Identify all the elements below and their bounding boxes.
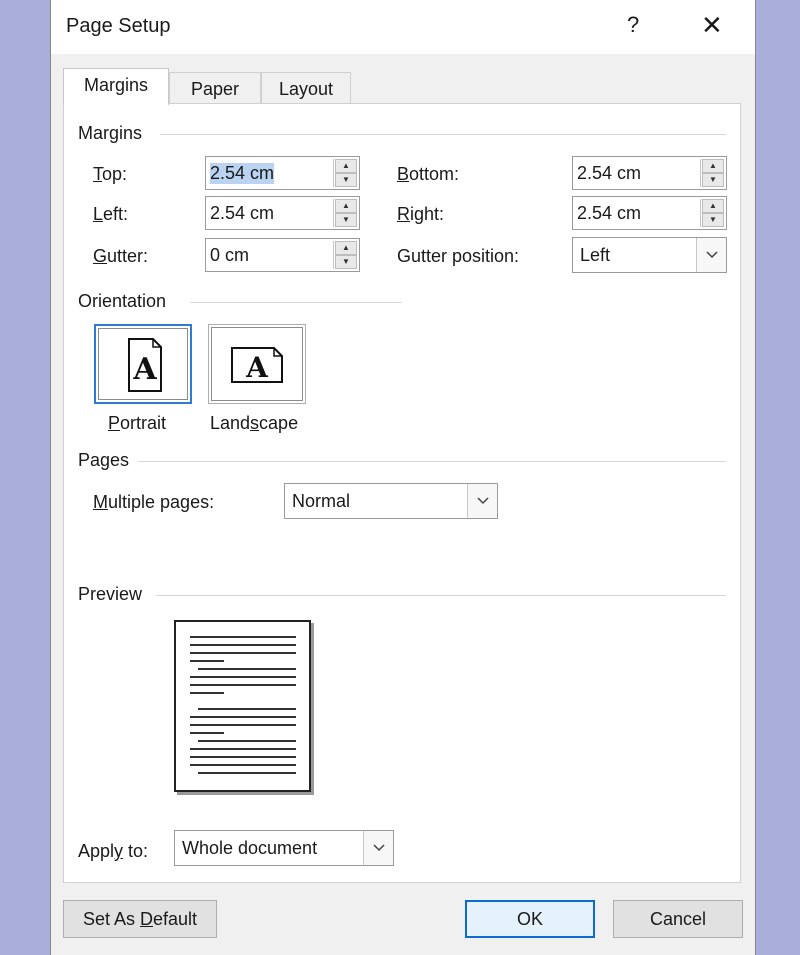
multiple-pages-value: Normal xyxy=(292,491,351,511)
increment-arrow-icon[interactable]: ▲ xyxy=(335,159,357,173)
apply-to-select[interactable]: Whole document xyxy=(174,830,394,866)
top-label: Top: xyxy=(93,164,128,184)
margins-divider xyxy=(160,134,726,135)
landscape-page-icon: A xyxy=(231,347,283,384)
dialog-title: Page Setup xyxy=(66,15,171,37)
gutter-label: Gutter: xyxy=(93,246,149,266)
cancel-button[interactable]: Cancel xyxy=(613,900,743,938)
orientation-divider xyxy=(190,302,402,303)
title-bar: Page Setup ? ✕ xyxy=(51,0,755,54)
multiple-pages-select[interactable]: Normal xyxy=(284,483,498,519)
increment-arrow-icon[interactable]: ▲ xyxy=(702,199,724,213)
page-preview xyxy=(174,620,311,792)
margins-panel: Margins Top: 2.54 cm ▲ ▼ Bottom: 2.54 cm… xyxy=(63,103,741,883)
portrait-icon-letter: A xyxy=(132,352,157,387)
portrait-label[interactable]: Portrait xyxy=(108,413,166,434)
preview-section-label: Preview xyxy=(78,584,143,604)
bottom-margin-value[interactable]: 2.54 cm xyxy=(577,163,641,184)
apply-to-value: Whole document xyxy=(182,838,318,858)
decrement-arrow-icon[interactable]: ▼ xyxy=(702,173,724,187)
gutter-position-select[interactable]: Left xyxy=(572,237,727,273)
page-setup-dialog: Page Setup ? ✕ Margins Paper Layout Marg… xyxy=(50,0,756,955)
landscape-icon-letter: A xyxy=(245,351,269,384)
gutter-position-label: Gutter position: xyxy=(397,246,520,266)
chevron-down-icon[interactable] xyxy=(467,484,497,518)
right-margin-value[interactable]: 2.54 cm xyxy=(577,203,641,224)
pages-section-label: Pages xyxy=(78,450,130,470)
ok-button[interactable]: OK xyxy=(465,900,595,938)
gutter-spinner[interactable]: 0 cm ▲ ▼ xyxy=(205,238,360,272)
decrement-arrow-icon[interactable]: ▼ xyxy=(702,213,724,227)
landscape-label[interactable]: Landscape xyxy=(210,413,298,434)
pages-divider xyxy=(138,461,726,462)
help-icon[interactable]: ? xyxy=(627,12,639,38)
top-margin-value[interactable]: 2.54 cm xyxy=(210,163,275,184)
decrement-arrow-icon[interactable]: ▼ xyxy=(335,255,357,269)
preview-divider xyxy=(156,595,726,596)
right-label: Right: xyxy=(397,204,445,224)
tab-paper[interactable]: Paper xyxy=(169,72,261,104)
chevron-down-icon[interactable] xyxy=(363,831,393,865)
multiple-pages-label: Multiple pages: xyxy=(93,492,215,512)
chevron-down-icon[interactable] xyxy=(696,238,726,272)
tab-margins[interactable]: Margins xyxy=(63,68,169,105)
gutter-position-value: Left xyxy=(580,245,611,265)
apply-to-label: Apply to: xyxy=(78,841,149,861)
set-as-default-button[interactable]: Set As Default xyxy=(63,900,217,938)
portrait-page-icon: A xyxy=(128,338,162,392)
top-margin-spinner[interactable]: 2.54 cm ▲ ▼ xyxy=(205,156,360,190)
bottom-margin-spinner[interactable]: 2.54 cm ▲ ▼ xyxy=(572,156,727,190)
decrement-arrow-icon[interactable]: ▼ xyxy=(335,173,357,187)
decrement-arrow-icon[interactable]: ▼ xyxy=(335,213,357,227)
bottom-label: Bottom: xyxy=(397,164,460,184)
portrait-option[interactable]: A xyxy=(94,324,192,404)
margins-section-label: Margins xyxy=(78,123,143,143)
gutter-value[interactable]: 0 cm xyxy=(210,245,249,266)
increment-arrow-icon[interactable]: ▲ xyxy=(335,199,357,213)
close-icon[interactable]: ✕ xyxy=(701,10,723,41)
orientation-section-label: Orientation xyxy=(78,291,167,311)
increment-arrow-icon[interactable]: ▲ xyxy=(335,241,357,255)
tab-layout[interactable]: Layout xyxy=(261,72,351,104)
right-margin-spinner[interactable]: 2.54 cm ▲ ▼ xyxy=(572,196,727,230)
left-margin-spinner[interactable]: 2.54 cm ▲ ▼ xyxy=(205,196,360,230)
left-margin-value[interactable]: 2.54 cm xyxy=(210,203,274,224)
landscape-option[interactable]: A xyxy=(208,324,306,404)
left-label: Left: xyxy=(93,204,129,224)
increment-arrow-icon[interactable]: ▲ xyxy=(702,159,724,173)
